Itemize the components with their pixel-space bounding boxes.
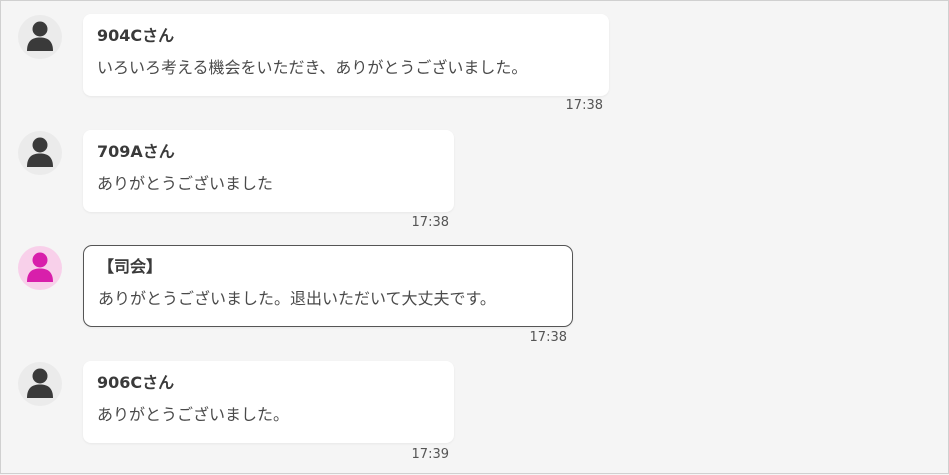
message-sender: 906Cさん [97,373,175,392]
user-avatar-icon [18,15,62,59]
message-sender: 904Cさん [97,26,175,45]
user-avatar-icon [18,362,62,406]
message-text: いろいろ考える機会をいただき、ありがとうございました。 [97,58,528,77]
message-sender: 709Aさん [97,142,175,161]
message-text: ありがとうございました。 [97,405,290,424]
message-text: ありがとうございました [97,174,274,193]
message-time: 17:39 [411,447,449,462]
message-sender: 【司会】 [98,257,163,276]
host-message-bubble: 【司会】 ありがとうございました。退出いただいて大丈夫です。 [83,245,573,327]
message-bubble: 906Cさん ありがとうございました。 [83,361,454,443]
chat-log: 904Cさん いろいろ考える機会をいただき、ありがとうございました。 17:38… [1,1,949,475]
host-avatar-icon [18,246,62,290]
message-bubble: 904Cさん いろいろ考える機会をいただき、ありがとうございました。 [83,14,609,96]
user-avatar-icon [18,131,62,175]
message-time: 17:38 [565,98,603,113]
message-time: 17:38 [411,215,449,230]
message-time: 17:38 [529,330,567,345]
message-bubble: 709Aさん ありがとうございました [83,130,454,212]
message-text: ありがとうございました。退出いただいて大丈夫です。 [98,289,496,308]
